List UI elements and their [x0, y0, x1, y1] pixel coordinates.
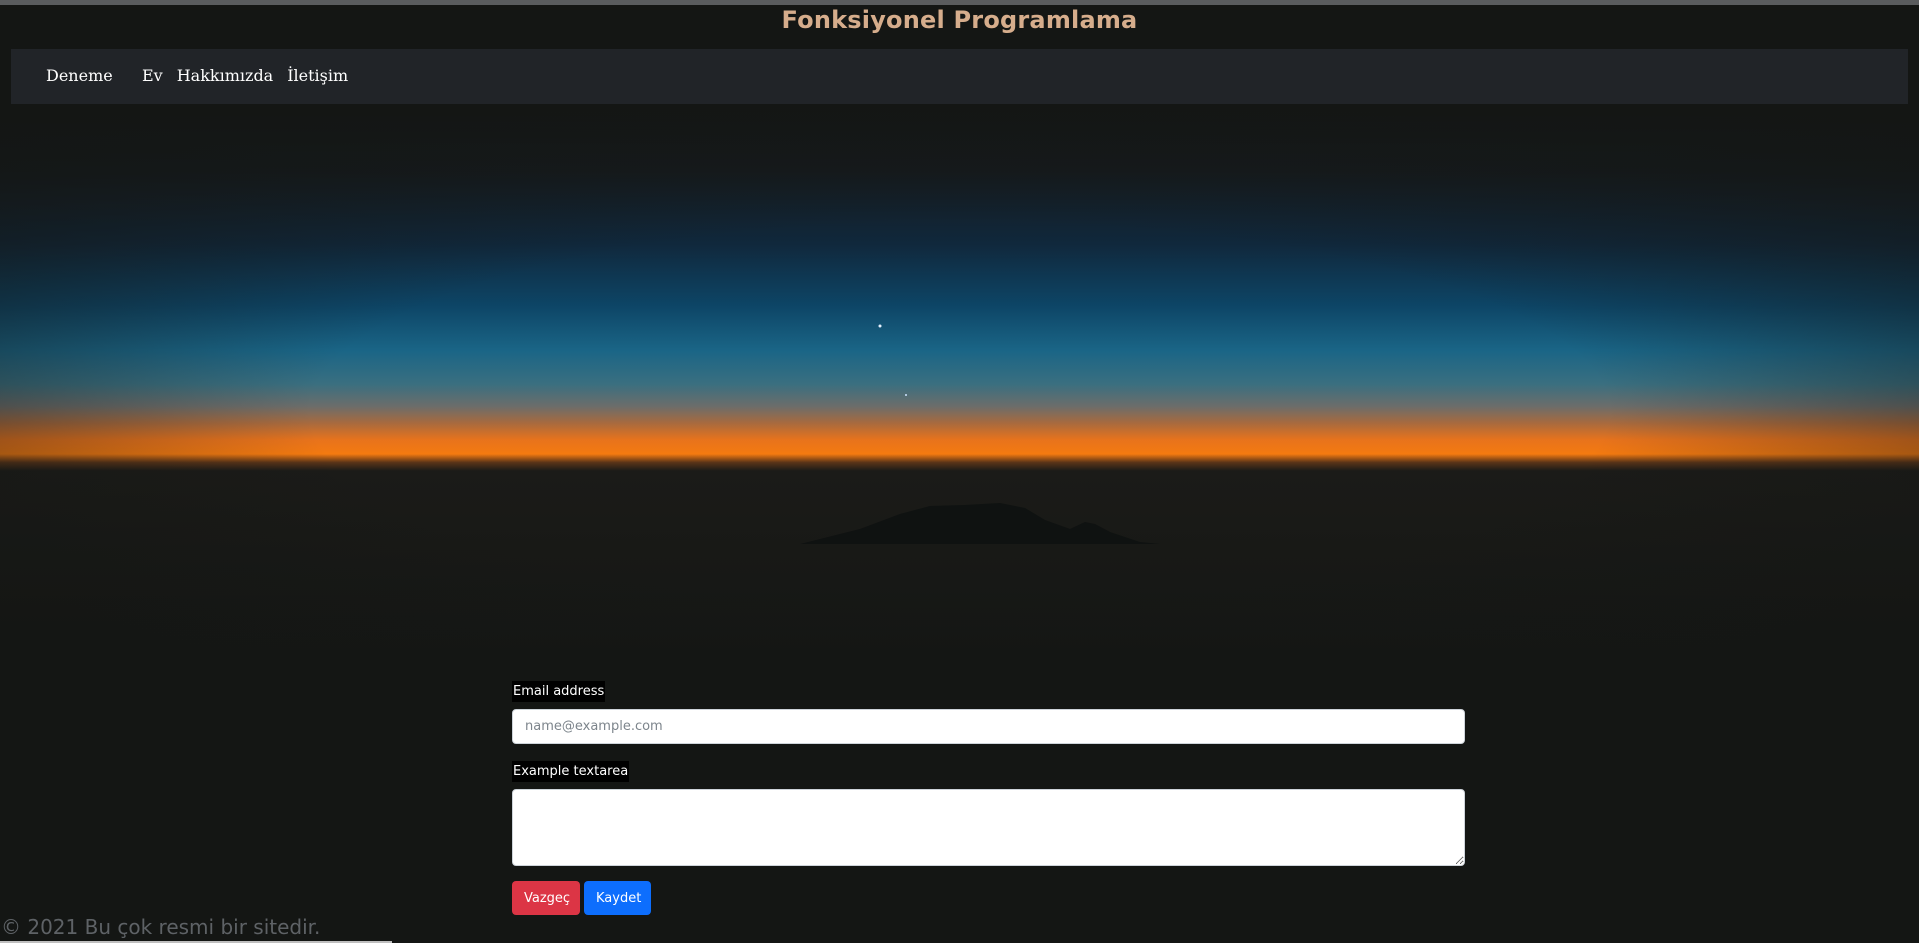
- nav-link-hakkimizda[interactable]: Hakkımızda: [177, 66, 274, 85]
- contact-form: Email address Example textarea Vazgeç Ka…: [512, 680, 1465, 915]
- cancel-button[interactable]: Vazgeç: [512, 881, 580, 915]
- page: Fonksiyonel Programlama Deneme Ev Hakkım…: [0, 0, 1919, 943]
- nav-link-ev[interactable]: Ev: [142, 66, 163, 85]
- textarea-label: Example textarea: [512, 761, 630, 782]
- nav-link-iletisim[interactable]: İletişim: [287, 66, 348, 85]
- window-top-border: [0, 0, 1919, 5]
- email-label: Email address: [512, 681, 606, 702]
- example-textarea[interactable]: [512, 789, 1465, 866]
- hero-sunset-image: [0, 104, 1919, 664]
- site-title: Fonksiyonel Programlama: [781, 6, 1138, 34]
- form-buttons: Vazgeç Kaydet: [512, 881, 1465, 915]
- nav-links: Ev Hakkımızda İletişim: [142, 66, 348, 85]
- footer-copyright: © 2021 Bu çok resmi bir sitedir.: [1, 915, 321, 939]
- email-input[interactable]: [512, 709, 1465, 744]
- save-button[interactable]: Kaydet: [584, 881, 651, 915]
- navbar-brand[interactable]: Deneme: [46, 66, 113, 85]
- navbar: Deneme Ev Hakkımızda İletişim: [11, 49, 1908, 104]
